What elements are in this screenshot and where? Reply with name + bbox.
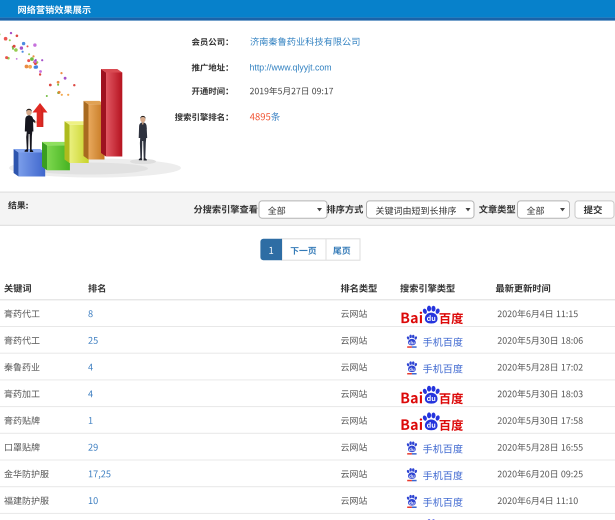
svg-text:http://www.qlyyjt.com: http://www.qlyyjt.com: [250, 63, 332, 73]
